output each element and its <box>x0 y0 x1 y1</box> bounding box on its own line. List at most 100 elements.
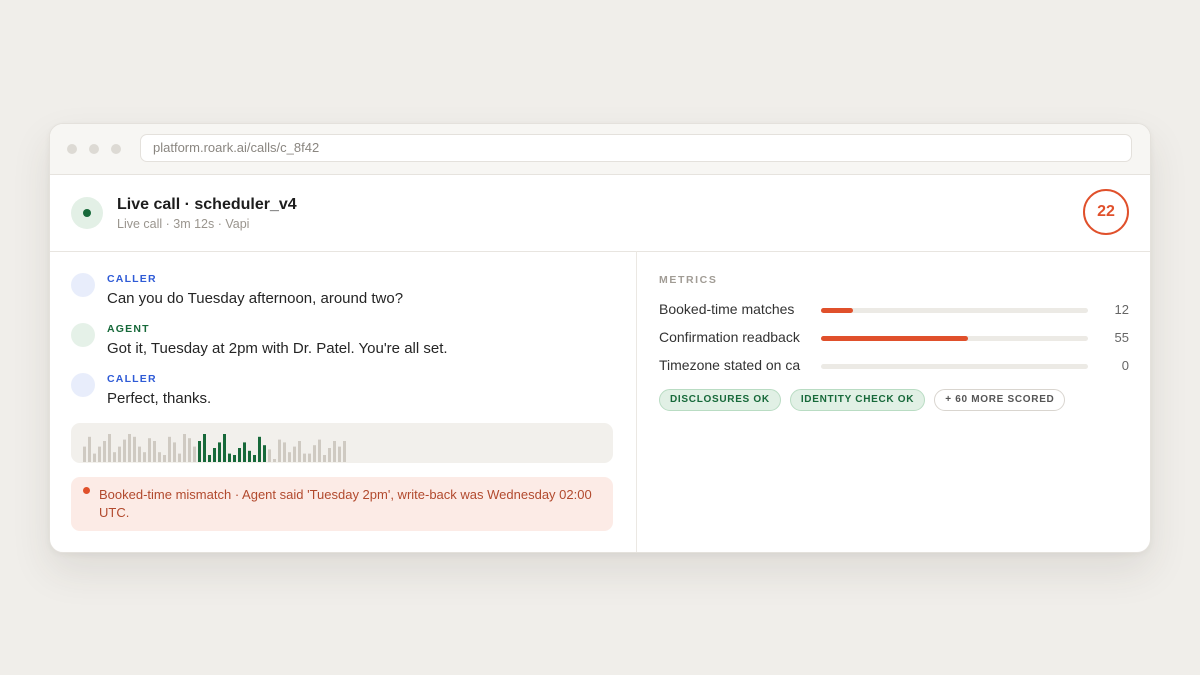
waveform-bar <box>333 441 336 462</box>
waveform-bar <box>293 446 296 462</box>
alert-text: Booked-time mismatch · Agent said 'Tuesd… <box>99 487 592 520</box>
waveform-bar <box>343 441 346 462</box>
audio-waveform[interactable] <box>71 423 613 463</box>
waveform-bar <box>83 446 86 462</box>
waveform-bar <box>113 452 116 462</box>
waveform-bar <box>338 446 341 462</box>
waveform-bar <box>178 453 181 462</box>
metric-bar-fill <box>821 336 968 341</box>
turn-role: AGENT <box>107 323 150 335</box>
waveform-bar <box>103 441 106 462</box>
waveform-bar <box>283 442 286 462</box>
waveform-bar <box>263 445 266 462</box>
metric-value: 0 <box>1121 358 1129 373</box>
call-subtitle: Live call · 3m 12s · Vapi <box>117 217 250 231</box>
waveform-bar <box>98 446 101 462</box>
caller-avatar <box>71 273 95 297</box>
turn-role: CALLER <box>107 273 157 285</box>
waveform-bar <box>153 441 156 462</box>
call-header: Live call · scheduler_v4 Live call · 3m … <box>50 175 1150 252</box>
metric-bar-track <box>821 308 1088 313</box>
waveform-bar <box>128 434 131 462</box>
waveform-bar <box>188 438 191 462</box>
waveform-bar <box>313 445 316 462</box>
waveform-bar <box>243 442 246 462</box>
metric-row[interactable]: Timezone stated on ca 0 <box>659 357 1129 377</box>
waveform-bar <box>118 446 121 462</box>
alert-dot-icon <box>83 487 90 494</box>
waveform-bar <box>88 436 91 462</box>
metric-bar-fill <box>821 308 854 313</box>
chip-identity-check-ok[interactable]: IDENTITY CHECK OK <box>789 389 926 411</box>
waveform-bar <box>143 452 146 462</box>
metric-bar-track <box>821 336 1088 341</box>
waveform-bar <box>168 436 171 462</box>
metrics-heading: METRICS <box>659 274 718 286</box>
metric-row[interactable]: Confirmation readback 55 <box>659 329 1129 349</box>
metric-name: Confirmation readback <box>659 329 800 345</box>
waveform-bar <box>163 455 166 462</box>
waveform-bar <box>123 439 126 462</box>
waveform-bar <box>233 455 236 462</box>
waveform-bar <box>193 446 196 462</box>
waveform-bar <box>298 441 301 462</box>
mismatch-alert: Booked-time mismatch · Agent said 'Tuesd… <box>71 477 613 531</box>
waveform-bar <box>138 446 141 462</box>
waveform-bar <box>308 453 311 462</box>
waveform-bar <box>328 448 331 462</box>
waveform-bar <box>248 450 251 462</box>
metric-value: 55 <box>1114 330 1129 345</box>
metrics-panel: METRICS Booked-time matches 12 Confirmat… <box>637 251 1150 552</box>
waveform-bar <box>273 459 276 462</box>
waveform-bar <box>278 439 281 462</box>
waveform-bar <box>258 436 261 462</box>
window-maximize-dot[interactable] <box>111 144 121 154</box>
caller-avatar <box>71 373 95 397</box>
live-indicator-icon <box>71 197 103 229</box>
window-close-dot[interactable] <box>67 144 77 154</box>
waveform-bar <box>288 452 291 462</box>
metric-name: Booked-time matches <box>659 301 795 317</box>
address-bar[interactable]: platform.roark.ai/calls/c_8f42 <box>140 134 1132 162</box>
waveform-bar <box>108 434 111 462</box>
waveform-bar <box>228 453 231 462</box>
agent-avatar <box>71 323 95 347</box>
metric-value: 12 <box>1114 302 1129 317</box>
waveform-bar <box>198 441 201 462</box>
waveform-bar <box>133 436 136 462</box>
turn-text: Can you do Tuesday afternoon, around two… <box>107 290 404 307</box>
waveform-bar <box>218 442 221 462</box>
live-dot <box>83 209 91 217</box>
turn-text: Got it, Tuesday at 2pm with Dr. Patel. Y… <box>107 340 448 357</box>
waveform-bar <box>323 455 326 462</box>
browser-window: platform.roark.ai/calls/c_8f42 Live call… <box>49 123 1151 553</box>
waveform-bar <box>268 449 271 462</box>
waveform-bar <box>203 434 206 462</box>
waveform-bar <box>158 452 161 462</box>
waveform-bar <box>303 453 306 462</box>
chip-disclosures-ok[interactable]: DISCLOSURES OK <box>659 389 781 411</box>
transcript-panel: CALLER Can you do Tuesday afternoon, aro… <box>50 251 637 552</box>
waveform-bar <box>173 442 176 462</box>
waveform-bar <box>253 455 256 462</box>
chip-more-scored[interactable]: + 60 MORE SCORED <box>934 389 1066 411</box>
waveform-bar <box>223 434 226 462</box>
waveform-bar <box>183 434 186 462</box>
call-title: Live call · scheduler_v4 <box>117 196 297 213</box>
turn-text: Perfect, thanks. <box>107 390 212 407</box>
turn-role: CALLER <box>107 373 157 385</box>
waveform-bar <box>208 455 211 462</box>
metric-name: Timezone stated on ca <box>659 357 801 373</box>
score-badge[interactable]: 22 <box>1083 189 1129 235</box>
window-minimize-dot[interactable] <box>89 144 99 154</box>
waveform-bar <box>148 438 151 462</box>
browser-chrome: platform.roark.ai/calls/c_8f42 <box>50 124 1150 175</box>
metric-bar-track <box>821 364 1088 369</box>
tag-chips: DISCLOSURES OK IDENTITY CHECK OK + 60 MO… <box>659 389 1066 411</box>
metric-row[interactable]: Booked-time matches 12 <box>659 301 1129 321</box>
waveform-bar <box>213 448 216 462</box>
waveform-svg <box>83 434 346 462</box>
waveform-bar <box>318 439 321 462</box>
waveform-bar <box>93 453 96 462</box>
waveform-bar <box>238 448 241 462</box>
